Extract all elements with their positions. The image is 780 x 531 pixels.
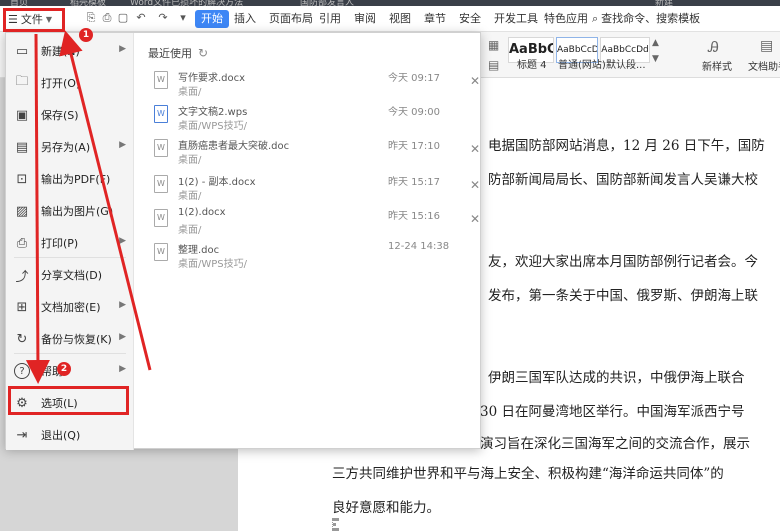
annotation-arrow-down [25, 33, 50, 384]
annotation-arrows [25, 30, 152, 384]
annotation-arrow-up [59, 30, 152, 371]
